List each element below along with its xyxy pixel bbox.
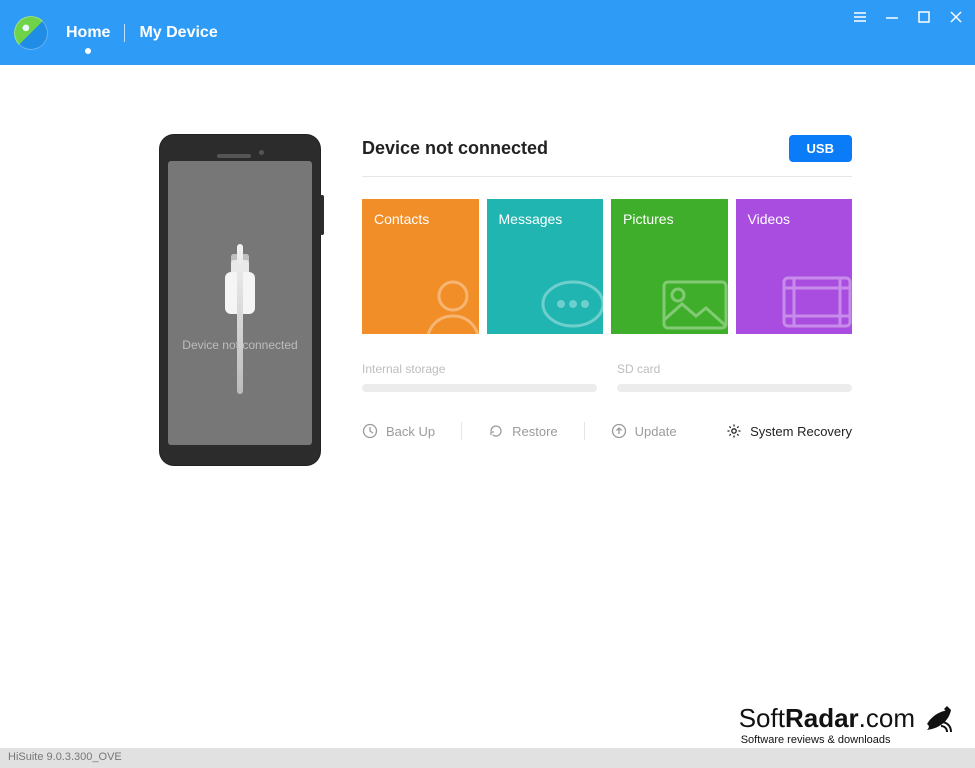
backup-icon — [362, 423, 378, 439]
phone-screen: Device not connected — [168, 161, 312, 445]
phone-status-text: Device not connected — [182, 338, 297, 352]
menu-icon[interactable] — [851, 8, 869, 26]
main-panel: Device not connected USB Contacts Messag… — [362, 135, 852, 465]
tile-contacts[interactable]: Contacts — [362, 199, 479, 334]
tab-home-label: Home — [66, 24, 110, 41]
restore-icon — [488, 423, 504, 439]
minimize-icon[interactable] — [883, 8, 901, 26]
status-bar: HiSuite 9.0.3.300_OVE — [0, 748, 975, 768]
tile-messages[interactable]: Messages — [487, 199, 604, 334]
system-recovery-label: System Recovery — [750, 424, 852, 439]
storage-internal: Internal storage — [362, 362, 597, 392]
main-stage: Device not connected Device not connecte… — [0, 65, 975, 465]
tile-videos[interactable]: Videos — [736, 199, 853, 334]
connection-heading: Device not connected — [362, 138, 548, 159]
storage-internal-label: Internal storage — [362, 362, 445, 376]
usb-cable-wire — [237, 244, 243, 394]
watermark-brand: SoftRadar.com — [739, 700, 957, 736]
nav-tabs: Home My Device — [66, 24, 218, 42]
update-label: Update — [635, 424, 677, 439]
nav-separator — [124, 24, 125, 42]
app-logo-icon — [14, 16, 48, 50]
tile-contacts-label: Contacts — [374, 211, 429, 227]
tile-messages-label: Messages — [499, 211, 563, 227]
phone-mock: Device not connected — [160, 135, 320, 465]
watermark: SoftRadar.com Software reviews & downloa… — [739, 700, 957, 746]
videos-icon — [776, 258, 852, 334]
pictures-icon — [654, 260, 728, 334]
storage-sd: SD card — [617, 362, 852, 392]
restore-label: Restore — [512, 424, 558, 439]
tab-home[interactable]: Home — [66, 24, 110, 42]
contacts-icon — [413, 268, 479, 334]
backup-label: Back Up — [386, 424, 435, 439]
storage-sd-bar — [617, 384, 852, 392]
system-recovery-button[interactable]: System Recovery — [726, 423, 852, 439]
action-divider — [584, 422, 585, 440]
update-button[interactable]: Update — [611, 423, 677, 439]
backup-button[interactable]: Back Up — [362, 423, 435, 439]
action-divider — [461, 422, 462, 440]
maximize-icon[interactable] — [915, 8, 933, 26]
satellite-icon — [921, 700, 957, 736]
action-row: Back Up Restore Update System Recovery — [362, 422, 852, 440]
tile-pictures-label: Pictures — [623, 211, 674, 227]
title-bar: Home My Device — [0, 0, 975, 65]
storage-row: Internal storage SD card — [362, 362, 852, 392]
watermark-radar: Radar — [785, 703, 859, 733]
gear-icon — [726, 423, 742, 439]
status-bar-text: HiSuite 9.0.3.300_OVE — [8, 751, 122, 763]
update-icon — [611, 423, 627, 439]
storage-internal-bar — [362, 384, 597, 392]
watermark-soft: Soft — [739, 703, 785, 733]
usb-button[interactable]: USB — [789, 135, 852, 162]
tile-videos-label: Videos — [748, 211, 791, 227]
messages-icon — [533, 264, 603, 334]
watermark-dotcom: .com — [859, 703, 915, 733]
window-controls — [851, 8, 965, 26]
active-tab-indicator — [85, 48, 91, 54]
close-icon[interactable] — [947, 8, 965, 26]
restore-button[interactable]: Restore — [488, 423, 558, 439]
phone-earpiece — [168, 143, 312, 161]
storage-sd-label: SD card — [617, 362, 660, 376]
tab-my-device[interactable]: My Device — [139, 24, 217, 42]
category-tiles: Contacts Messages Pictures Videos — [362, 199, 852, 334]
tile-pictures[interactable]: Pictures — [611, 199, 728, 334]
